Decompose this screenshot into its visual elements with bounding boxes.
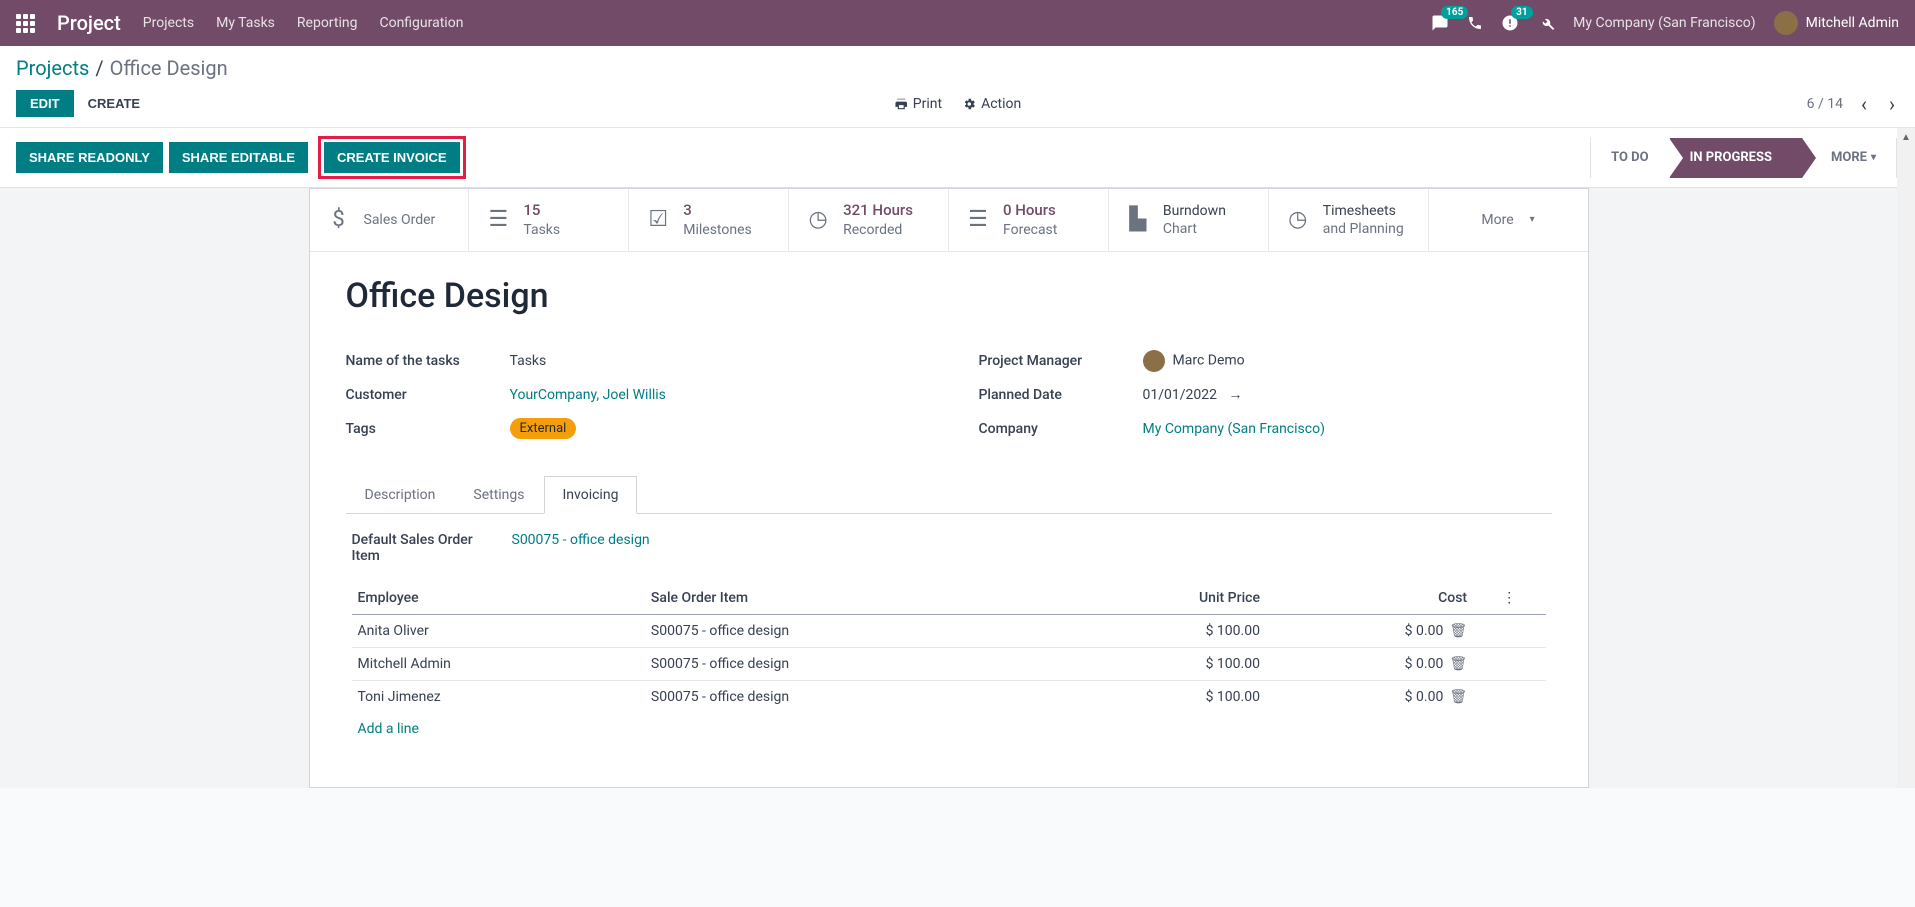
print-button[interactable]: Print (894, 96, 942, 112)
value-company[interactable]: My Company (San Francisco) (1143, 421, 1552, 437)
activity-count: 31 (1511, 6, 1532, 19)
avatar-icon (1143, 350, 1165, 372)
scroll-up-icon[interactable]: ▲ (1897, 128, 1915, 146)
company-selector[interactable]: My Company (San Francisco) (1573, 15, 1755, 31)
stat-burndown-chart[interactable]: ▙ BurndownChart (1109, 189, 1269, 251)
pager-next-button[interactable]: › (1885, 92, 1899, 116)
value-project-manager[interactable]: Marc Demo (1143, 350, 1552, 372)
tab-description[interactable]: Description (346, 476, 455, 513)
page-title: Office Design (346, 276, 1552, 316)
stat-hours-forecast[interactable]: ☰ 0 HoursForecast (949, 189, 1109, 251)
nav-projects[interactable]: Projects (143, 15, 194, 31)
apps-icon[interactable] (16, 14, 35, 33)
col-employee: Employee (352, 582, 645, 615)
top-navbar: Project Projects My Tasks Reporting Conf… (0, 0, 1915, 46)
pager-prev-button[interactable]: ‹ (1857, 92, 1871, 116)
print-icon (894, 97, 908, 111)
label-customer: Customer (346, 387, 510, 403)
stat-sales-order[interactable]: $ Sales Order (310, 189, 470, 251)
status-todo[interactable]: TO DO (1591, 138, 1669, 178)
value-customer[interactable]: YourCompany, Joel Willis (510, 387, 919, 403)
action-bar-center: Print Action (894, 96, 1021, 112)
clock-icon: ◷ (1285, 207, 1311, 232)
trash-icon[interactable]: 🗑 (1449, 656, 1467, 672)
add-line-button[interactable]: Add a line (352, 713, 425, 745)
stat-tasks[interactable]: ☰ 15Tasks (469, 189, 629, 251)
create-invoice-highlight: CREATE INVOICE (318, 136, 466, 179)
stat-buttons: $ Sales Order ☰ 15Tasks ☑ 3Milestones ◷ … (310, 189, 1588, 252)
status-in-progress[interactable]: IN PROGRESS (1670, 138, 1803, 178)
edit-button[interactable]: EDIT (16, 90, 74, 117)
navbar-left: Project Projects My Tasks Reporting Conf… (16, 11, 463, 35)
col-unit-price: Unit Price (1063, 582, 1266, 615)
breadcrumb-projects[interactable]: Projects (16, 56, 89, 80)
share-editable-button[interactable]: SHARE EDITABLE (169, 142, 308, 173)
label-project-manager: Project Manager (979, 353, 1143, 369)
label-planned-date: Planned Date (979, 387, 1143, 403)
tabs: Description Settings Invoicing (346, 476, 1552, 514)
status-bar: TO DO IN PROGRESS MORE (1590, 138, 1897, 178)
invoicing-table: Employee Sale Order Item Unit Price Cost… (352, 582, 1546, 713)
stat-milestones[interactable]: ☑ 3Milestones (629, 189, 789, 251)
check-icon: ☑ (645, 207, 671, 232)
vertical-scrollbar[interactable]: ▲ (1897, 128, 1915, 788)
activity-icon[interactable]: 31 (1501, 14, 1519, 32)
tasks-icon: ☰ (485, 207, 511, 232)
stat-hours-recorded[interactable]: ◷ 321 HoursRecorded (789, 189, 949, 251)
action-button[interactable]: Action (962, 96, 1021, 112)
trash-icon[interactable]: 🗑 (1449, 623, 1467, 639)
status-more[interactable]: MORE (1803, 138, 1897, 178)
tab-pane-invoicing: Default Sales Order Item S00075 - office… (346, 514, 1552, 763)
stat-timesheets-planning[interactable]: ◷ Timesheetsand Planning (1269, 189, 1429, 251)
stat-more[interactable]: More (1429, 189, 1588, 251)
label-name-tasks: Name of the tasks (346, 353, 510, 369)
label-default-so-item: Default Sales Order Item (352, 532, 502, 564)
nav-my-tasks[interactable]: My Tasks (216, 15, 275, 31)
col-options[interactable]: ⋮ (1473, 582, 1545, 615)
col-cost: Cost (1266, 582, 1473, 615)
breadcrumb: Projects / Office Design (16, 56, 1899, 80)
user-name: Mitchell Admin (1806, 15, 1899, 31)
breadcrumb-bar: Projects / Office Design (0, 46, 1915, 80)
phone-icon[interactable] (1467, 15, 1483, 31)
action-bar-right: 6 / 14 ‹ › (1807, 92, 1899, 116)
share-readonly-button[interactable]: SHARE READONLY (16, 142, 163, 173)
navbar-right: 165 31 My Company (San Francisco) Mitche… (1431, 11, 1899, 35)
user-avatar-icon (1774, 11, 1798, 35)
user-menu[interactable]: Mitchell Admin (1774, 11, 1899, 35)
arrow-right-icon: → (1228, 387, 1242, 403)
value-default-so-item[interactable]: S00075 - office design (512, 532, 650, 548)
gear-icon (962, 97, 976, 111)
tab-settings[interactable]: Settings (454, 476, 543, 513)
value-planned-date[interactable]: 01/01/2022 → (1143, 386, 1552, 403)
tools-icon[interactable] (1537, 14, 1555, 32)
messages-icon[interactable]: 165 (1431, 14, 1449, 32)
create-button[interactable]: CREATE (88, 96, 140, 111)
tab-invoicing[interactable]: Invoicing (544, 476, 638, 514)
breadcrumb-current: Office Design (110, 56, 228, 80)
value-name-tasks: Tasks (510, 353, 919, 369)
app-name[interactable]: Project (57, 11, 121, 35)
pager-count: 6 / 14 (1807, 96, 1843, 112)
tag-external[interactable]: External (510, 418, 577, 439)
action-bar: EDIT CREATE Print Action 6 / 14 ‹ › (0, 80, 1915, 128)
clock-icon: ◷ (805, 207, 831, 232)
nav-reporting[interactable]: Reporting (297, 15, 358, 31)
label-tags: Tags (346, 421, 510, 437)
label-company: Company (979, 421, 1143, 437)
messages-count: 165 (1441, 6, 1468, 19)
status-row: SHARE READONLY SHARE EDITABLE CREATE INV… (0, 128, 1897, 188)
dollar-icon: $ (326, 207, 352, 232)
form-sheet: $ Sales Order ☰ 15Tasks ☑ 3Milestones ◷ … (309, 188, 1589, 788)
trash-icon[interactable]: 🗑 (1449, 689, 1467, 705)
create-invoice-button[interactable]: CREATE INVOICE (324, 142, 460, 173)
table-row[interactable]: Anita Oliver S00075 - office design $ 10… (352, 614, 1546, 647)
chart-icon: ▙ (1125, 207, 1151, 232)
table-row[interactable]: Mitchell Admin S00075 - office design $ … (352, 647, 1546, 680)
forecast-icon: ☰ (965, 207, 991, 232)
table-row[interactable]: Toni Jimenez S00075 - office design $ 10… (352, 680, 1546, 713)
col-sale-order-item: Sale Order Item (645, 582, 1063, 615)
nav-configuration[interactable]: Configuration (379, 15, 463, 31)
